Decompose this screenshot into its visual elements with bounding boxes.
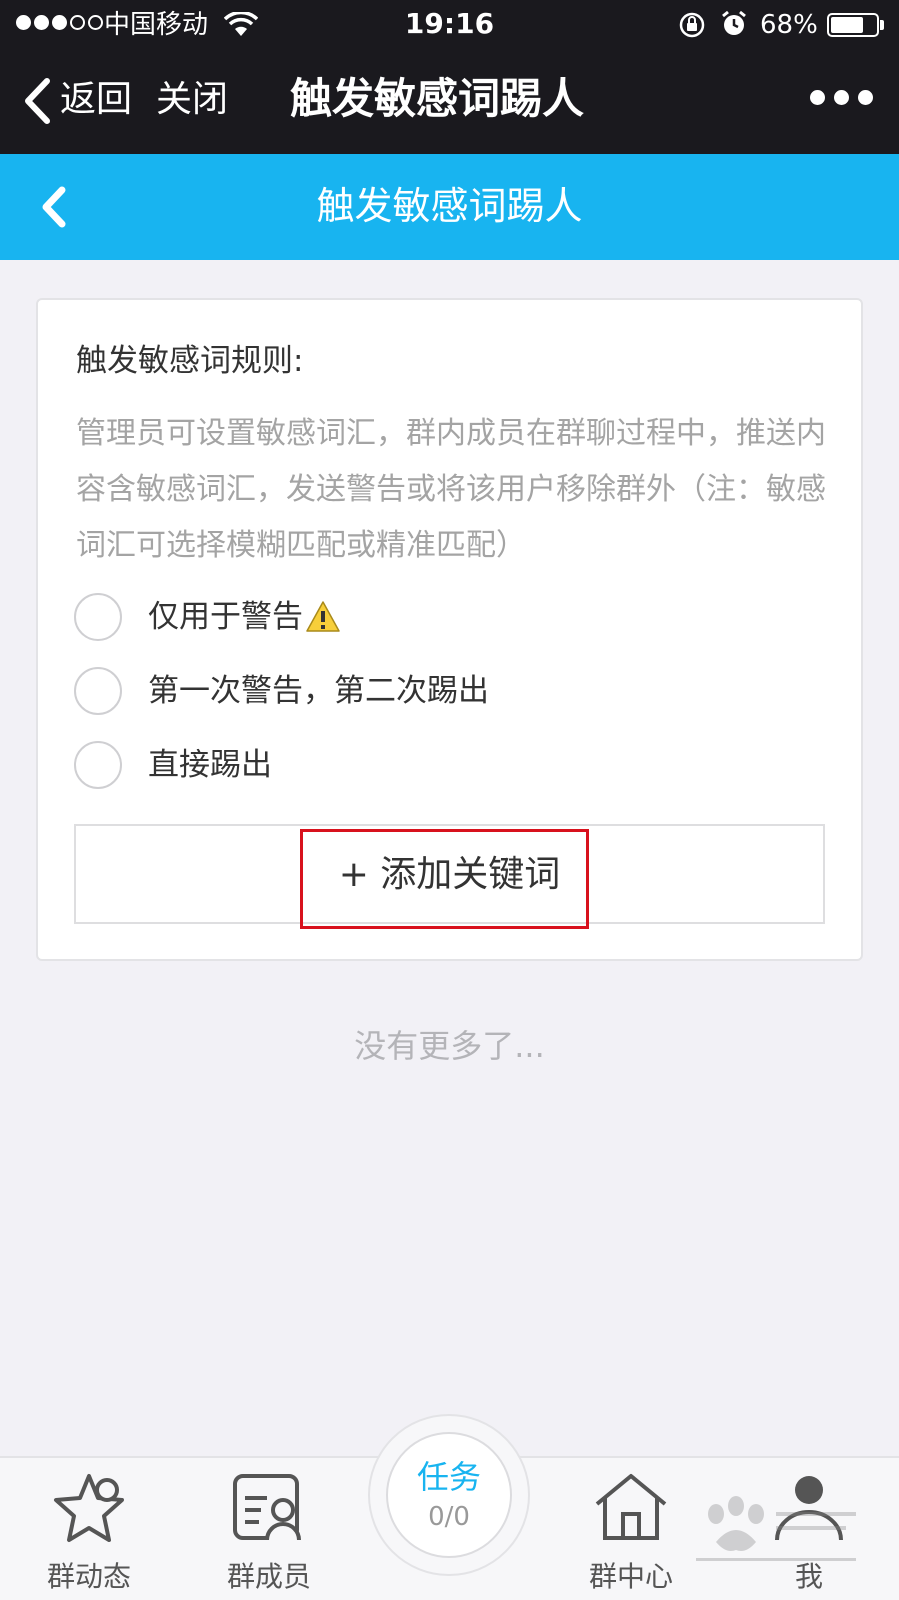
status-bar: 中国移动 19:16 68% — [0, 0, 899, 50]
baidu-watermark-logo — [696, 1496, 856, 1561]
warning-icon — [306, 601, 340, 632]
option-label: 仅用于警告 — [148, 599, 303, 635]
alarm-icon — [722, 10, 746, 35]
battery-tip — [880, 20, 884, 30]
star-icon — [54, 1474, 124, 1542]
no-more-text: 没有更多了... — [354, 1027, 545, 1065]
radio-button[interactable] — [74, 741, 122, 789]
option-warn-only[interactable]: 仅用于警告 — [74, 591, 341, 643]
task-count: 0/0 — [428, 1502, 470, 1532]
member-card-icon — [233, 1474, 301, 1541]
rules-title: 触发敏感词规则: — [76, 343, 304, 379]
house-icon — [595, 1474, 667, 1540]
more-dots-icon[interactable] — [810, 90, 873, 105]
tab-label: 群动态 — [46, 1560, 131, 1593]
tab-group-members[interactable]: 群成员 — [194, 1468, 344, 1598]
task-circle: 任务 0/0 — [386, 1432, 512, 1558]
option-label: 第一次警告，第二次踢出 — [148, 673, 489, 709]
radio-button[interactable] — [74, 593, 122, 641]
page-header: 触发敏感词踢人 — [0, 154, 899, 260]
option-kick-directly[interactable]: 直接踢出 — [74, 739, 272, 791]
nav-title: 触发敏感词踢人 — [290, 74, 585, 123]
rules-description: 管理员可设置敏感词汇，群内成员在群聊过程中，推送内容含敏感词汇，发送警告或将该用… — [76, 416, 826, 563]
page-title: 触发敏感词踢人 — [316, 184, 583, 228]
tab-group-center[interactable]: 群中心 — [556, 1468, 706, 1598]
battery-percent: 68% — [760, 10, 818, 40]
close-button[interactable]: 关闭 — [156, 76, 228, 124]
radio-button[interactable] — [74, 667, 122, 715]
option-label: 直接踢出 — [148, 747, 272, 783]
tab-group-feed[interactable]: 群动态 — [14, 1468, 164, 1598]
back-chevron-icon[interactable] — [22, 78, 52, 124]
highlight-box — [300, 829, 589, 929]
task-button[interactable]: 任务 0/0 — [368, 1414, 530, 1576]
back-button[interactable]: 返回 — [60, 76, 132, 124]
tab-label: 群成员 — [226, 1560, 311, 1593]
rotation-lock-icon — [679, 12, 705, 38]
task-label: 任务 — [416, 1458, 481, 1496]
option-warn-then-kick[interactable]: 第一次警告，第二次踢出 — [74, 665, 489, 717]
tab-label: 群中心 — [588, 1560, 673, 1593]
battery-icon — [827, 13, 879, 37]
wechat-nav-bar: 返回 关闭 触发敏感词踢人 — [0, 50, 899, 154]
